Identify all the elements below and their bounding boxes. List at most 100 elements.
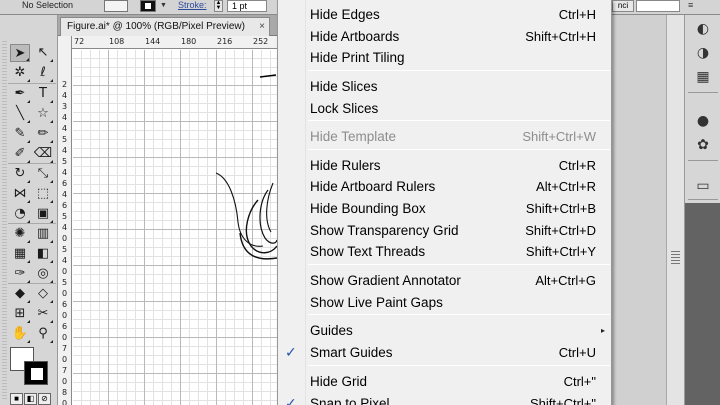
v-ruler-digit: 0 [62,355,68,364]
gradient-mode-icon[interactable]: ◧ [24,393,37,405]
chevron-down-icon[interactable]: ▼ [160,2,167,9]
pen-tool[interactable]: ✒ [10,85,30,103]
menu-item-show-gradient-annotator[interactable]: Show Gradient Annotator Alt+Ctrl+G [278,270,611,292]
menu-item-lock-slices[interactable]: Lock Slices [278,98,611,120]
live-paint-bucket-tool[interactable]: ◆ [10,285,30,303]
eyedropper-tool[interactable]: ✑ [10,265,30,283]
menu-item-smart-guides[interactable]: ✓ Smart Guides Ctrl+U [278,342,611,364]
menu-item-hide-bounding-box[interactable]: Hide Bounding Box Shift+Ctrl+B [278,198,611,220]
type-tool[interactable]: T [33,85,53,103]
pencil-tool[interactable]: ✏ [33,125,53,143]
stroke-panel-link[interactable]: Stroke: [178,0,207,10]
menu-item-hide-artboard-rulers[interactable]: Hide Artboard Rulers Alt+Ctrl+R [278,176,611,198]
menu-item-label: Guides [310,323,353,338]
flyout-indicator-icon [27,340,30,343]
flyout-indicator-icon [27,300,30,303]
hand-tool[interactable]: ✋ [10,325,30,343]
menu-item-hide-rulers[interactable]: Hide Rulers Ctrl+R [278,155,611,177]
gradient-tool[interactable]: ◧ [33,245,53,263]
flyout-indicator-icon [50,180,53,183]
live-paint-tool[interactable]: ▣ [33,205,53,223]
zoom-tool[interactable]: ⚲ [33,325,53,343]
live-paint-selection-tool[interactable]: ◇ [33,285,53,303]
menu-item-show-live-paint-gaps[interactable]: Show Live Paint Gaps [278,292,611,314]
lasso-tool[interactable]: ℓ [33,64,53,82]
v-ruler-digit: 0 [62,399,68,405]
free-transform-tool[interactable]: ⬚ [33,185,53,203]
vertical-scrollbar[interactable] [666,15,684,405]
options-dropdown[interactable]: nci [612,0,634,12]
menu-item-hide-grid[interactable]: Hide Grid Ctrl+" [278,371,611,393]
fill-swatch-dropdown[interactable] [104,0,128,12]
paintbrush-tool[interactable]: ✎ [10,125,30,143]
preset-dropdown[interactable] [636,0,680,12]
artwork-flourish[interactable] [73,50,277,405]
slice-tool[interactable]: ✂ [33,305,53,323]
color-panel-icon[interactable]: ◐ [689,18,717,40]
shape-builder-tool[interactable]: ◔ [10,205,30,223]
direct-selection-tool[interactable]: ↖ [33,44,53,62]
dock-separator [688,92,718,93]
menu-item-guides[interactable]: Guides ▸ [278,320,611,342]
artboard-canvas[interactable] [73,50,277,405]
column-graph-tool[interactable]: ▥ [33,225,53,243]
close-icon[interactable]: × [259,18,265,35]
width-tool[interactable]: ⋈ [10,185,30,203]
mesh-tool[interactable]: ▦ [10,245,30,263]
brushes-icon[interactable]: ● [689,110,717,132]
flyout-indicator-icon [50,200,53,203]
scrollbar-thumb[interactable] [671,251,680,265]
stroke-weight-stepper[interactable]: ▲ ▼ [214,0,223,12]
menu-item-shortcut: Alt+Ctrl+G [535,273,596,288]
none-mode-icon[interactable]: ⊘ [38,393,51,405]
h-ruler-label: 216 [217,37,233,46]
menu-separator [308,264,610,265]
v-ruler-digit: 0 [62,234,68,243]
symbol-sprayer-tool[interactable]: ✺ [10,225,30,243]
star-tool[interactable]: ☆ [33,105,53,123]
menu-item-hide-print-tiling[interactable]: Hide Print Tiling [278,47,611,69]
document-tab[interactable]: Figure.ai* @ 100% (RGB/Pixel Preview) × [60,17,270,36]
panel-grip[interactable] [2,41,7,401]
stroke-weight-field[interactable]: 1 pt [227,0,267,12]
artboard-tool[interactable]: ⊞ [10,305,30,323]
swatches-icon[interactable]: ▦ [689,66,717,88]
menu-item-shortcut: Ctrl+U [558,345,596,360]
line-segment-tool[interactable]: ╲ [10,105,30,123]
color-guide-icon[interactable]: ◑ [689,42,717,64]
menu-item-label: Hide Edges [310,7,380,22]
eraser-tool[interactable]: ⌫ [33,145,53,163]
blend-tool[interactable]: ◎ [33,265,53,283]
scale-tool[interactable]: ⤡ [33,165,53,183]
vertical-ruler[interactable]: 2 4 3 4 4 5 4 5 4 6 4 6 5 4 0 5 4 0 5 0 6 0 6 0 7 0 7 0 8 0 [58,36,72,405]
fill-stroke-widget[interactable] [10,347,50,387]
blob-brush-tool[interactable]: ✐ [10,145,30,163]
flyout-indicator-icon [27,200,30,203]
color-mode-icon[interactable]: ■ [10,393,23,405]
magic-wand-tool[interactable]: ✲ [10,64,30,82]
rotate-tool[interactable]: ↻ [10,165,30,183]
horizontal-ruler[interactable]: 72108144180216252288 [72,36,304,49]
appearance-icon[interactable]: ▭ [689,175,717,197]
menu-item-shortcut: Shift+Ctrl+W [522,129,596,144]
menu-item-hide-edges[interactable]: Hide Edges Ctrl+H [278,4,611,26]
panel-menu-icon[interactable]: ≡ [688,0,710,12]
menu-item-snap-to-pixel[interactable]: ✓ Snap to Pixel Shift+Ctrl+" [278,393,611,405]
menu-item-shortcut: Shift+Ctrl+H [525,29,596,44]
v-ruler-digit: 4 [62,168,68,177]
selection-tool[interactable]: ➤ [10,44,30,62]
document-tab-title: Figure.ai* @ 100% (RGB/Pixel Preview) [67,21,245,32]
v-ruler-digit: 6 [62,300,68,309]
document-tab-bar: Figure.ai* @ 100% (RGB/Pixel Preview) × [58,15,277,36]
v-ruler-digit: 4 [62,91,68,100]
menu-item-hide-artboards[interactable]: Hide Artboards Shift+Ctrl+H [278,26,611,48]
menu-separator [308,70,610,71]
menu-item-label: Show Gradient Annotator [310,273,461,288]
stroke-box[interactable] [24,361,48,385]
symbols-icon[interactable]: ✿ [689,134,717,156]
menu-item-hide-slices[interactable]: Hide Slices [278,76,611,98]
menu-item-show-transparency-grid[interactable]: Show Transparency Grid Shift+Ctrl+D [278,220,611,242]
flyout-indicator-icon [27,79,30,82]
menu-item-show-text-threads[interactable]: Show Text Threads Shift+Ctrl+Y [278,241,611,263]
stroke-swatch-dropdown[interactable] [140,0,156,12]
